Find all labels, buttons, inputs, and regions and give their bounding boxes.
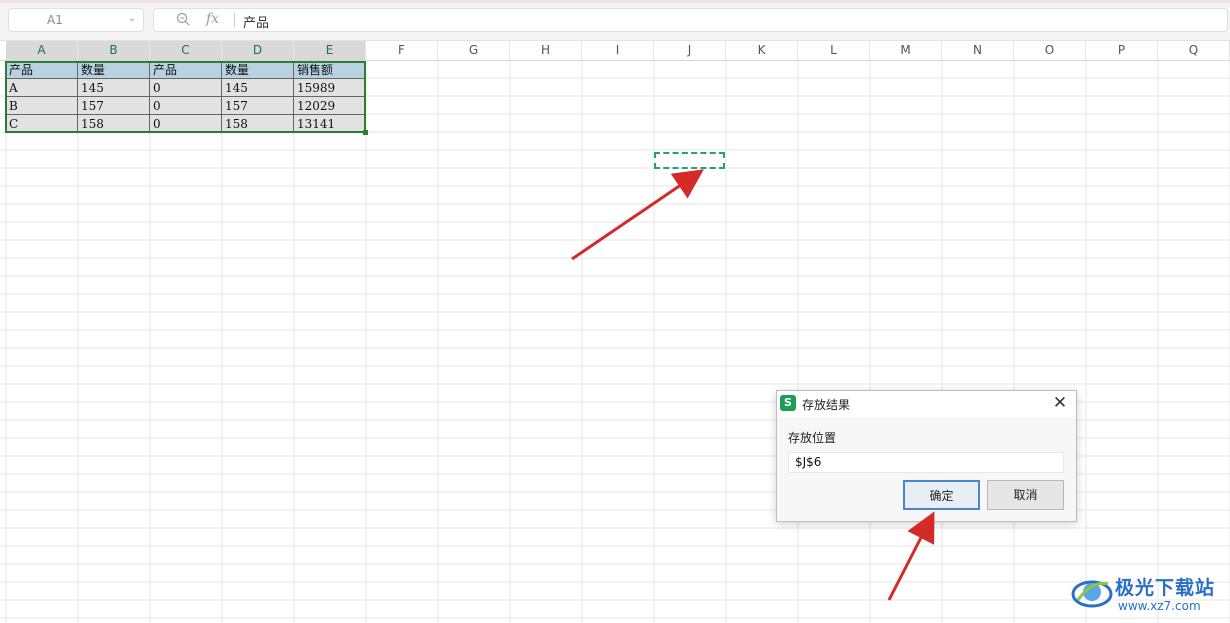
chevron-down-icon[interactable]: ⌄ — [128, 13, 136, 24]
column-header-D[interactable]: D — [222, 41, 294, 60]
table-cell[interactable]: 158 — [78, 115, 150, 133]
function-icon[interactable]: fx — [206, 11, 219, 27]
table-cell[interactable]: 0 — [150, 97, 222, 115]
header-cell[interactable]: 数量 — [222, 61, 294, 79]
cancel-button[interactable]: 取消 — [987, 480, 1064, 510]
table-cell[interactable]: 0 — [150, 79, 222, 97]
table-cell[interactable]: A — [6, 79, 78, 97]
column-header-B[interactable]: B — [78, 41, 150, 60]
ok-button[interactable]: 确定 — [903, 480, 980, 510]
table-cell[interactable]: 157 — [222, 97, 294, 115]
formula-input[interactable]: fx 产品 — [153, 8, 1228, 32]
brand-name: 极光下载站 — [1115, 577, 1216, 599]
column-header-Q[interactable]: Q — [1158, 41, 1230, 60]
table-cell[interactable]: 145 — [222, 79, 294, 97]
column-header-I[interactable]: I — [582, 41, 654, 60]
column-header-E[interactable]: E — [294, 41, 366, 60]
formula-separator — [234, 13, 235, 27]
column-header-O[interactable]: O — [1014, 41, 1086, 60]
column-header-L[interactable]: L — [798, 41, 870, 60]
table-cell[interactable]: 12029 — [294, 97, 366, 115]
dialog-title: 存放结果 — [802, 398, 851, 412]
location-label: 存放位置 — [788, 431, 837, 445]
header-cell[interactable]: 数量 — [78, 61, 150, 79]
brand-logo-icon — [1071, 580, 1113, 608]
table-cell[interactable]: C — [6, 115, 78, 133]
grid-lines — [0, 60, 1230, 623]
fill-handle[interactable] — [363, 130, 368, 135]
column-header-J[interactable]: J — [654, 41, 726, 60]
close-icon[interactable]: ✕ — [1050, 393, 1070, 413]
column-header-M[interactable]: M — [870, 41, 942, 60]
column-header-C[interactable]: C — [150, 41, 222, 60]
window-top-accent — [0, 0, 1230, 3]
formula-bar: A1 ⌄ fx 产品 — [0, 0, 1230, 41]
name-box-value: A1 — [47, 13, 63, 27]
dialog-titlebar[interactable]: S 存放结果 ✕ — [777, 391, 1076, 417]
app-s-icon: S — [780, 395, 796, 411]
header-cell[interactable]: 产品 — [150, 61, 222, 79]
store-result-dialog: S 存放结果 ✕ 存放位置 $J$6 确定 取消 — [776, 390, 1077, 522]
column-header-F[interactable]: F — [366, 41, 438, 60]
column-header-K[interactable]: K — [726, 41, 798, 60]
column-header-N[interactable]: N — [942, 41, 1014, 60]
table-cell[interactable]: 145 — [78, 79, 150, 97]
column-header-row: ABCDEFGHIJKLMNOPQ — [0, 41, 1230, 61]
column-header-H[interactable]: H — [510, 41, 582, 60]
header-cell[interactable]: 产品 — [6, 61, 78, 79]
formula-text[interactable]: 产品 — [243, 12, 269, 31]
target-cell-marquee[interactable] — [654, 152, 725, 169]
header-cell[interactable]: 销售额 — [294, 61, 366, 79]
table-cell[interactable]: 0 — [150, 115, 222, 133]
table-cell[interactable]: 158 — [222, 115, 294, 133]
table-cell[interactable]: 13141 — [294, 115, 366, 133]
name-box[interactable]: A1 ⌄ — [8, 8, 144, 32]
table-cell[interactable]: B — [6, 97, 78, 115]
watermark: 极光下载站 www.xz7.com — [1068, 568, 1228, 620]
table-cell[interactable]: 15989 — [294, 79, 366, 97]
brand-url: www.xz7.com — [1118, 599, 1201, 613]
column-header-G[interactable]: G — [438, 41, 510, 60]
column-header-P[interactable]: P — [1086, 41, 1158, 60]
zoom-icon[interactable] — [176, 12, 190, 26]
location-input[interactable]: $J$6 — [788, 452, 1064, 473]
table-cell[interactable]: 157 — [78, 97, 150, 115]
column-header-A[interactable]: A — [6, 41, 78, 60]
